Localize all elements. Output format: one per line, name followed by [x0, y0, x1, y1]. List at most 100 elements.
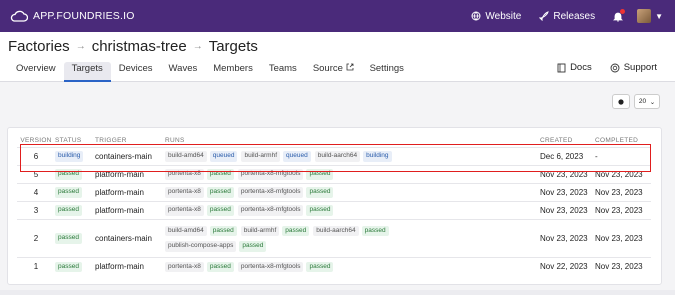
per-page-select[interactable]: 20 ⌄: [634, 94, 660, 109]
completed-cell: Nov 23, 2023: [595, 200, 651, 219]
external-link-icon: [346, 63, 353, 71]
breadcrumb-factory[interactable]: christmas-tree: [92, 38, 187, 55]
brand-name: APP.FOUNDRIES.IO: [33, 10, 135, 22]
run-item[interactable]: portenta-x8 passed: [165, 261, 234, 272]
refresh-button[interactable]: [612, 94, 630, 109]
version-cell: 1: [17, 256, 55, 275]
chevron-down-icon[interactable]: ▼: [655, 12, 663, 21]
avatar[interactable]: [637, 9, 652, 23]
run-name: portenta-x8-mfgtools: [237, 205, 304, 216]
globe-icon: [471, 11, 481, 21]
trigger-cell: platform-main: [95, 256, 165, 275]
run-item[interactable]: portenta-x8 passed: [165, 186, 234, 198]
created-cell: Nov 22, 2023: [540, 256, 595, 275]
run-item[interactable]: build-amd64 passed: [165, 225, 237, 236]
lifebuoy-icon: [610, 63, 620, 73]
table-toolbar: 20 ⌄: [612, 94, 660, 109]
horizontal-scrollbar[interactable]: [0, 290, 675, 295]
completed-cell: Nov 23, 2023: [595, 182, 651, 201]
status-dot-icon: [618, 98, 624, 105]
trigger-cell: platform-main: [95, 182, 165, 201]
support-link[interactable]: Support: [610, 62, 657, 73]
releases-label: Releases: [553, 10, 596, 22]
run-name: portenta-x8-mfgtools: [237, 261, 304, 272]
trigger-cell: containers-main: [95, 218, 165, 257]
version-cell: 3: [17, 200, 55, 219]
version-cell: 4: [17, 182, 55, 201]
tab-members[interactable]: Members: [205, 62, 261, 82]
trigger-cell: platform-main: [95, 200, 165, 219]
status-badge: passed: [55, 205, 82, 216]
status-cell: passed: [55, 256, 95, 275]
docs-link[interactable]: Docs: [557, 62, 592, 73]
run-name: portenta-x8: [165, 205, 204, 216]
page-title: Targets: [208, 38, 258, 55]
arrow-right-icon: →: [192, 41, 203, 52]
website-label: Website: [485, 10, 522, 22]
run-name: portenta-x8: [165, 261, 204, 272]
rocket-icon: [539, 11, 550, 21]
website-link[interactable]: Website: [471, 11, 521, 22]
run-state-badge: passed: [361, 225, 389, 236]
tab-bar: Overview Targets Devices Waves Members T…: [8, 62, 412, 82]
run-state-badge: passed: [239, 241, 267, 252]
run-name: portenta-x8-mfgtools: [237, 187, 304, 198]
completed-cell: Nov 23, 2023: [595, 256, 651, 275]
run-name: build-armhf: [240, 225, 280, 236]
run-item[interactable]: build-armhf passed: [240, 225, 310, 236]
run-item[interactable]: portenta-x8-mfgtools passed: [237, 186, 334, 198]
run-item[interactable]: portenta-x8-mfgtools passed: [237, 204, 334, 216]
tab-devices[interactable]: Devices: [111, 62, 161, 82]
breadcrumb: Factories → christmas-tree → Targets: [8, 38, 258, 55]
tab-source[interactable]: Source: [305, 62, 362, 82]
run-name: build-amd64: [165, 225, 207, 236]
status-cell: passed: [55, 200, 95, 219]
run-state-badge: passed: [206, 205, 234, 216]
highlight-box: [20, 144, 651, 172]
tab-targets[interactable]: Targets: [63, 62, 111, 82]
runs-cell: portenta-x8 passed portenta-x8-mfgtools pas…: [165, 256, 540, 275]
created-cell: Nov 23, 2023: [540, 218, 595, 257]
runs-cell: build-amd64 passed build-armhf passed build-…: [165, 218, 540, 257]
status-badge: passed: [55, 187, 82, 198]
run-name: build-aarch64: [313, 225, 359, 236]
run-item[interactable]: portenta-x8 passed: [165, 204, 234, 216]
tab-settings[interactable]: Settings: [362, 62, 412, 82]
run-item[interactable]: portenta-x8-mfgtools passed: [237, 261, 334, 272]
tab-waves[interactable]: Waves: [161, 62, 206, 82]
runs-cell: portenta-x8 passed portenta-x8-mfgtools pas…: [165, 200, 540, 219]
tab-teams[interactable]: Teams: [261, 62, 305, 82]
top-bar: APP.FOUNDRIES.IO Website Releases ▼: [0, 0, 675, 32]
tab-source-label: Source: [312, 63, 343, 74]
status-cell: passed: [55, 182, 95, 201]
table-row[interactable]: 2 passed containers-main build-amd64 passed b…: [17, 218, 651, 257]
notification-dot: [620, 8, 626, 14]
run-item[interactable]: publish-compose-apps passed: [165, 240, 267, 252]
run-state-badge: passed: [306, 187, 334, 198]
docs-label: Docs: [570, 62, 592, 73]
run-state-badge: passed: [209, 225, 237, 236]
created-cell: Nov 23, 2023: [540, 182, 595, 201]
run-name: portenta-x8: [165, 187, 204, 198]
per-page-value: 20: [638, 98, 647, 105]
run-name: publish-compose-apps: [165, 241, 237, 252]
cloud-logo-icon: [10, 10, 28, 22]
run-state-badge: passed: [306, 261, 334, 272]
releases-link[interactable]: Releases: [539, 11, 595, 22]
version-cell: 2: [17, 218, 55, 257]
completed-cell: Nov 23, 2023: [595, 218, 651, 257]
page-header: Factories → christmas-tree → Targets Ove…: [0, 32, 675, 82]
chevron-down-icon: ⌄: [649, 98, 656, 106]
breadcrumb-factories[interactable]: Factories: [8, 38, 70, 55]
table-row[interactable]: 1 passed platform-main portenta-x8 passed por…: [17, 256, 651, 275]
table-row[interactable]: 4 passed platform-main portenta-x8 passed por…: [17, 182, 651, 201]
brand[interactable]: APP.FOUNDRIES.IO: [10, 10, 135, 22]
notifications-button[interactable]: [613, 8, 626, 22]
table-row[interactable]: 3 passed platform-main portenta-x8 passed por…: [17, 200, 651, 219]
arrow-right-icon: →: [75, 41, 86, 52]
run-item[interactable]: build-aarch64 passed: [313, 225, 389, 236]
book-icon: [557, 63, 566, 73]
status-badge: passed: [55, 233, 82, 244]
tab-overview[interactable]: Overview: [8, 62, 64, 82]
status-badge: passed: [55, 261, 82, 272]
